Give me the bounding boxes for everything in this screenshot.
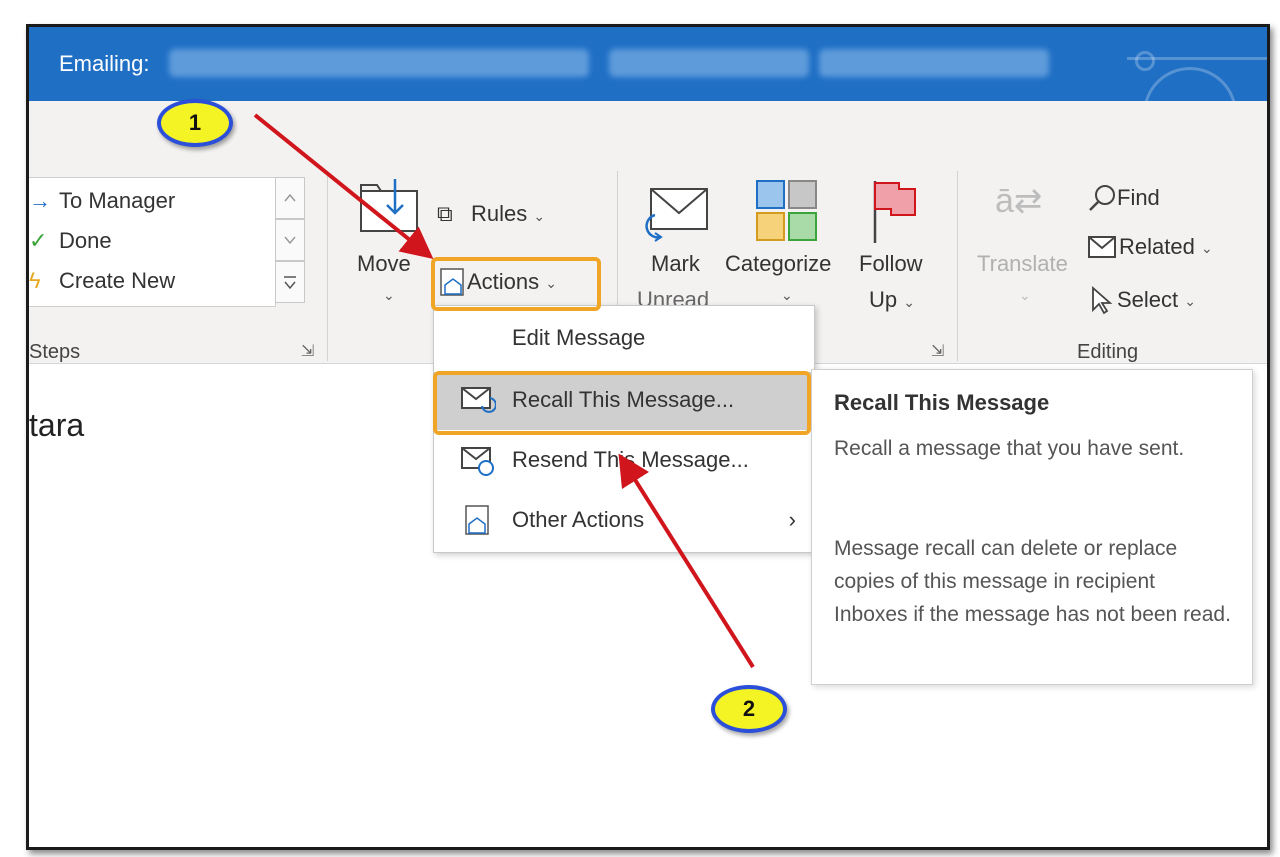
- annotation-arrows: [253, 113, 755, 669]
- arrow-one: [253, 113, 434, 260]
- callout-one: 1: [157, 99, 233, 147]
- outlook-window: Emailing: → To Manager ✓ Done ϟ Create New: [26, 24, 1270, 850]
- arrow-two: [618, 453, 755, 669]
- callout-two: 2: [711, 685, 787, 733]
